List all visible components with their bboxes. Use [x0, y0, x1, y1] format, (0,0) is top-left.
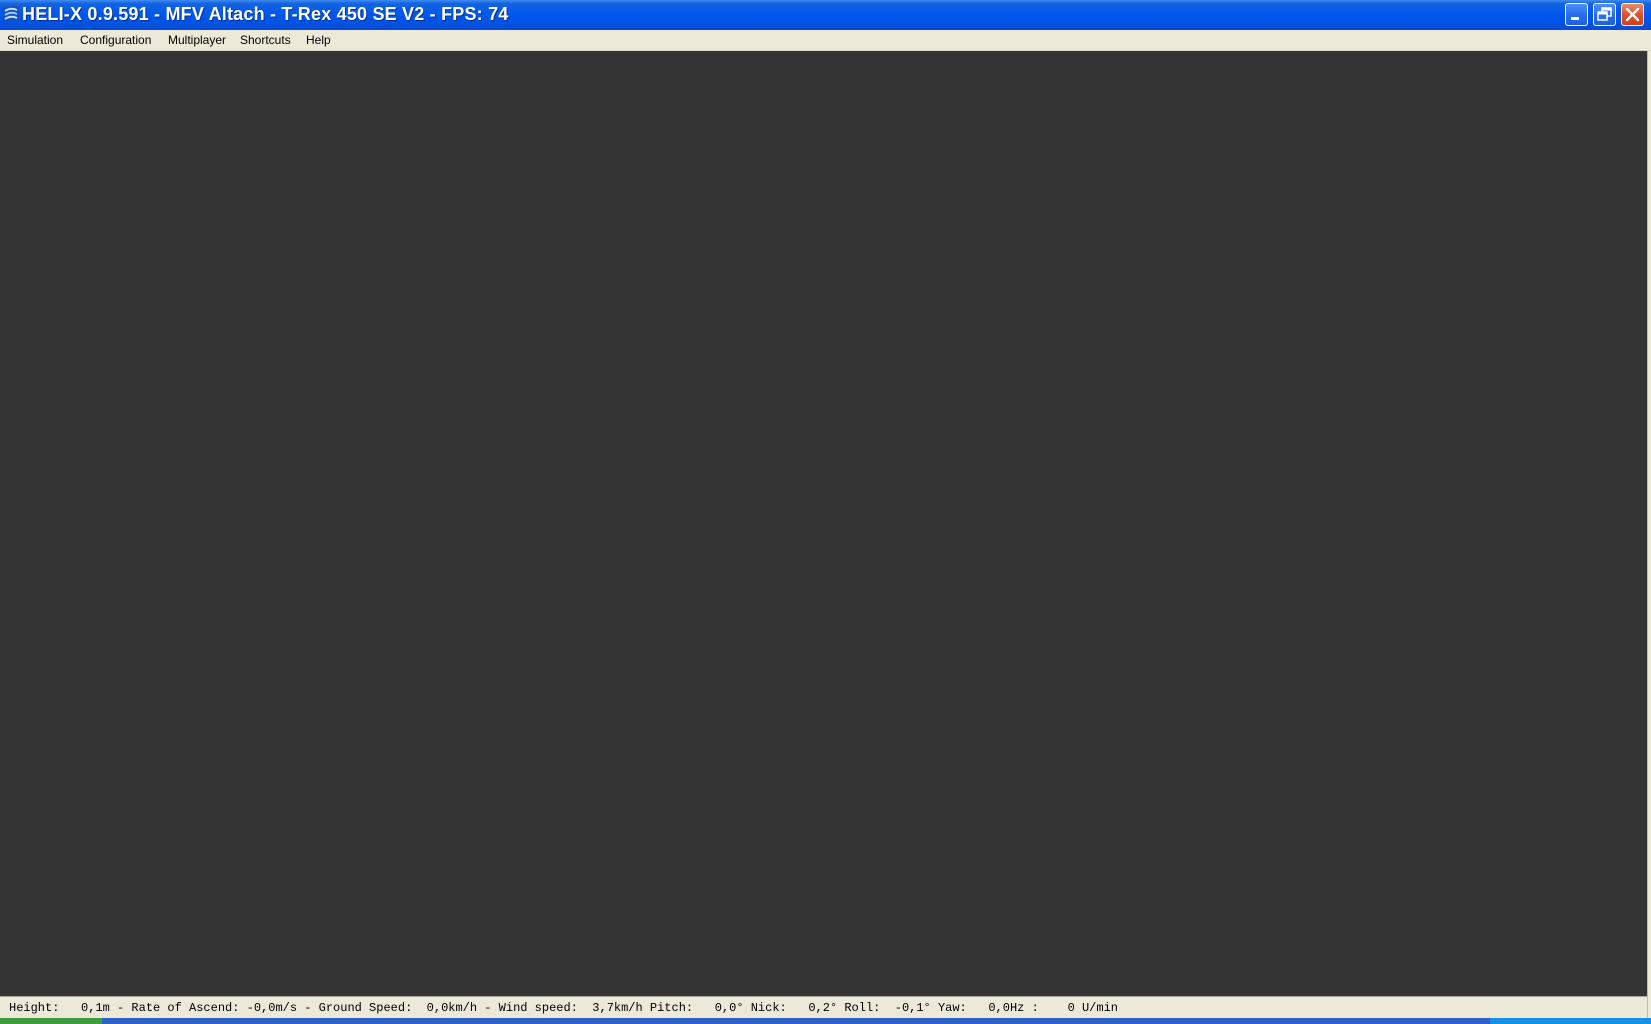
minimize-button[interactable] [1565, 3, 1588, 26]
window-title: HELI-X 0.9.591 - MFV Altach - T-Rex 450 … [22, 4, 509, 24]
taskbar-strip [0, 1018, 1651, 1024]
menu-help[interactable]: Help [306, 33, 331, 47]
title-bar[interactable]: HELI-X 0.9.591 - MFV Altach - T-Rex 450 … [0, 0, 1651, 31]
close-button[interactable] [1621, 3, 1644, 26]
heli-x-app-icon [3, 6, 19, 22]
status-bar: Height: 0,1m - Rate of Ascend: -0,0m/s -… [0, 996, 1647, 1018]
app-window: HELI-X 0.9.591 - MFV Altach - T-Rex 450 … [0, 0, 1651, 1024]
simulation-viewport[interactable] [0, 51, 1647, 996]
minimize-icon [1571, 17, 1579, 20]
close-icon [1625, 7, 1640, 22]
start-button-edge[interactable] [0, 1018, 102, 1024]
menu-shortcuts[interactable]: Shortcuts [240, 33, 291, 47]
flight-telemetry-text: Height: 0,1m - Rate of Ascend: -0,0m/s -… [9, 1001, 1118, 1015]
system-tray-edge [1490, 1018, 1651, 1024]
menu-configuration[interactable]: Configuration [80, 33, 151, 47]
menu-bar: Simulation Configuration Multiplayer Sho… [0, 30, 1651, 51]
restore-button[interactable] [1593, 3, 1616, 26]
restore-icon [1597, 7, 1612, 21]
menu-multiplayer[interactable]: Multiplayer [168, 33, 226, 47]
window-right-border [1647, 51, 1651, 1024]
menu-simulation[interactable]: Simulation [7, 33, 63, 47]
